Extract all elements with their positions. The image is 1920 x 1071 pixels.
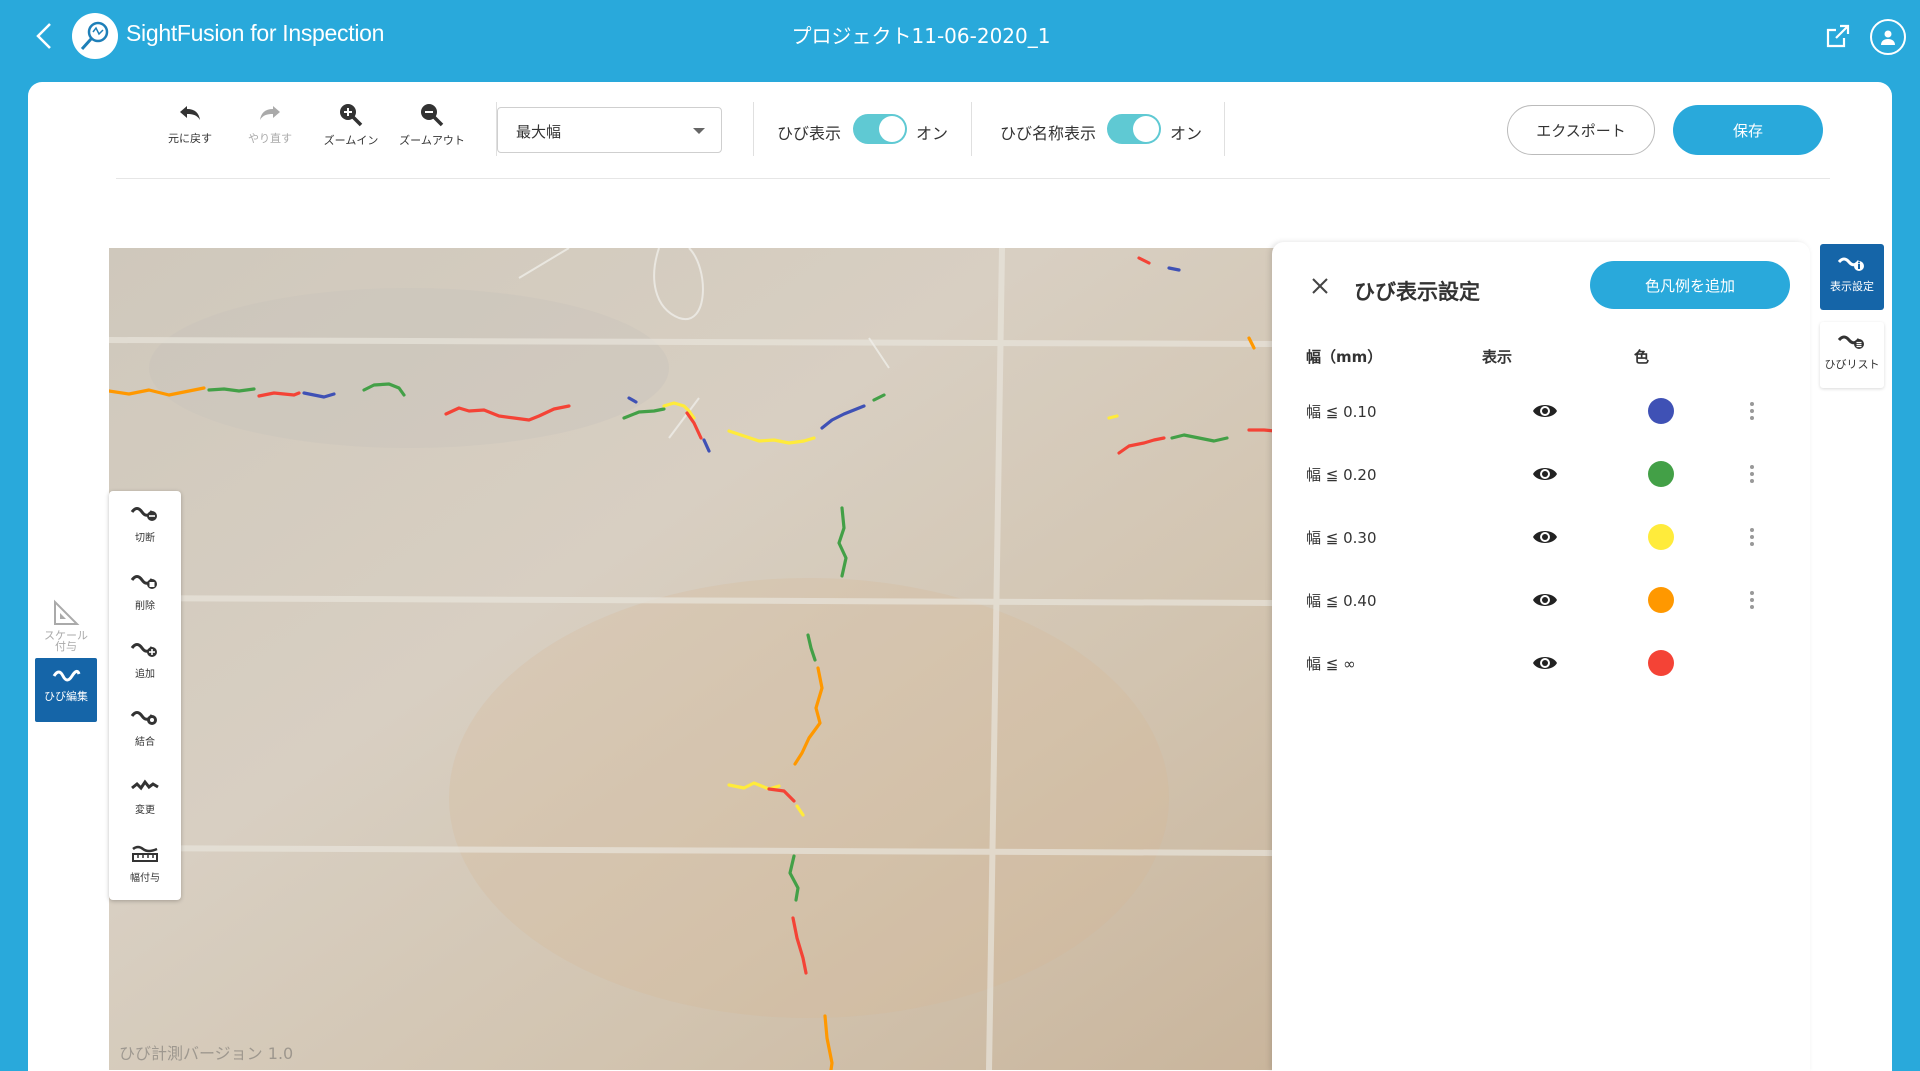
crack-name-display-toggle[interactable] [1107, 114, 1161, 144]
redo-label: やり直す [248, 132, 292, 145]
export-button[interactable]: エクスポート [1507, 105, 1655, 155]
display-settings-icon [1837, 257, 1864, 271]
zoom-out-label: ズームアウト [399, 134, 465, 147]
zoom-in-button[interactable]: ズームイン [316, 102, 386, 162]
more-vert-icon[interactable] [1742, 523, 1762, 551]
crack-wave-icon [52, 669, 81, 682]
open-external-icon[interactable] [1822, 20, 1854, 52]
ruler-triangle-icon [54, 599, 80, 625]
concrete-wall-image [109, 248, 1275, 1070]
chevron-down-icon [693, 128, 705, 134]
column-header-width: 幅（mm） [1306, 348, 1383, 366]
tool-add-label: 追加 [135, 669, 155, 680]
crack-name-display-label: ひび名称表示 [1000, 124, 1097, 143]
toolbar: 元に戻す やり直す ズームイン ズームアウト 最大幅 ひび表示 オン ひび名称表… [116, 82, 1830, 179]
crack-edit-tools: 切断 削除 追加 結合 変更 幅付与 [109, 491, 181, 900]
redo-icon [260, 106, 280, 120]
account-icon[interactable] [1870, 19, 1906, 55]
width-mode-select[interactable]: 最大幅 [497, 107, 722, 153]
tool-cut-label: 切断 [135, 533, 155, 544]
delete-crack-icon [130, 575, 157, 589]
eye-icon[interactable] [1532, 462, 1558, 486]
tool-change-label: 変更 [135, 805, 155, 816]
zoom-in-label: ズームイン [323, 134, 379, 147]
more-vert-icon[interactable] [1742, 397, 1762, 425]
legend-width-range: 幅 ≦ 0.10 [1306, 403, 1377, 421]
app-header: SightFusion for Inspection プロジェクト11-06-2… [0, 0, 1920, 82]
tool-merge[interactable]: 結合 [109, 697, 181, 757]
tool-cut[interactable]: 切断 [109, 493, 181, 553]
undo-icon [180, 106, 200, 120]
crack-display-toggle[interactable] [853, 114, 907, 144]
toolbar-divider [1224, 102, 1225, 156]
tool-width-assign[interactable]: 幅付与 [109, 833, 181, 893]
cut-crack-icon [130, 507, 157, 521]
more-vert-icon[interactable] [1742, 586, 1762, 614]
tab-display-settings[interactable]: 表示設定 [1820, 244, 1884, 310]
toolbar-divider [753, 102, 754, 156]
add-color-legend-button[interactable]: 色凡例を追加 [1590, 261, 1790, 309]
legend-color-swatch[interactable] [1648, 398, 1674, 424]
legend-color-swatch[interactable] [1648, 461, 1674, 487]
legend-width-range: 幅 ≦ 0.20 [1306, 466, 1377, 484]
column-header-color: 色 [1634, 348, 1650, 366]
crack-name-display-state: オン [1170, 124, 1203, 143]
tab-crack-edit[interactable]: ひび編集 [35, 658, 97, 722]
eye-icon[interactable] [1532, 525, 1558, 549]
tab-scale[interactable]: スケール 付与 [35, 592, 97, 656]
merge-crack-icon [130, 711, 157, 725]
legend-row: 幅 ≦ 0.30 [1272, 517, 1810, 557]
crack-display-settings-panel: ひび表示設定 色凡例を追加 幅（mm） 表示 色 幅 ≦ 0.10 幅 ≦ 0.… [1272, 242, 1810, 1071]
tool-add[interactable]: 追加 [109, 629, 181, 689]
column-header-display: 表示 [1482, 348, 1513, 366]
tab-crack-list-label: ひびリスト [1824, 358, 1880, 371]
legend-width-range: 幅 ≦ 0.30 [1306, 529, 1377, 547]
legend-row: 幅 ≦ 0.20 [1272, 454, 1810, 494]
eye-icon[interactable] [1532, 399, 1558, 423]
zoom-out-button[interactable]: ズームアウト [397, 102, 467, 162]
legend-color-swatch[interactable] [1648, 650, 1674, 676]
redo-button[interactable]: やり直す [235, 102, 305, 162]
toolbar-divider [971, 102, 972, 156]
crack-display-label: ひび表示 [777, 124, 842, 143]
width-mode-value: 最大幅 [516, 123, 562, 141]
legend-row: 幅 ≦ 0.40 [1272, 580, 1810, 620]
eye-icon[interactable] [1532, 588, 1558, 612]
save-button[interactable]: 保存 [1673, 105, 1823, 155]
legend-row: 幅 ≦ 0.10 [1272, 391, 1810, 431]
right-panel-tabs: 表示設定 ひびリスト [1820, 244, 1884, 394]
legend-color-swatch[interactable] [1648, 524, 1674, 550]
close-icon[interactable] [1310, 276, 1330, 296]
zoom-out-icon [421, 104, 444, 127]
undo-button[interactable]: 元に戻す [155, 102, 225, 162]
add-crack-icon [130, 643, 157, 657]
legend-width-range: 幅 ≦ 0.40 [1306, 592, 1377, 610]
tab-display-settings-label: 表示設定 [1830, 280, 1874, 293]
crack-list-icon [1837, 335, 1864, 349]
tool-merge-label: 結合 [135, 737, 155, 748]
eye-icon[interactable] [1532, 651, 1558, 675]
legend-color-swatch[interactable] [1648, 587, 1674, 613]
undo-label: 元に戻す [168, 132, 212, 145]
tool-change[interactable]: 変更 [109, 765, 181, 825]
more-vert-icon[interactable] [1742, 460, 1762, 488]
tab-scale-label: スケール 付与 [44, 629, 88, 653]
tool-delete[interactable]: 削除 [109, 561, 181, 621]
legend-row: 幅 ≦ ∞ [1272, 643, 1810, 683]
legend-width-range: 幅 ≦ ∞ [1306, 655, 1356, 673]
tool-width-assign-label: 幅付与 [130, 873, 160, 884]
zoom-in-icon [340, 104, 363, 127]
crack-display-state: オン [916, 124, 949, 143]
tab-crack-list[interactable]: ひびリスト [1820, 322, 1884, 388]
left-mode-tabs: スケール 付与 ひび編集 [32, 588, 97, 724]
change-crack-icon [131, 779, 159, 791]
tool-delete-label: 削除 [135, 601, 155, 612]
version-watermark: ひび計測バージョン 1.0 [119, 1044, 294, 1063]
tab-crack-edit-label: ひび編集 [44, 690, 88, 703]
project-title: プロジェクト11-06-2020_1 [791, 24, 1051, 48]
inspection-image-canvas[interactable]: ひび計測バージョン 1.0 [109, 248, 1275, 1070]
panel-title: ひび表示設定 [1354, 280, 1480, 304]
width-assign-icon [132, 845, 158, 862]
